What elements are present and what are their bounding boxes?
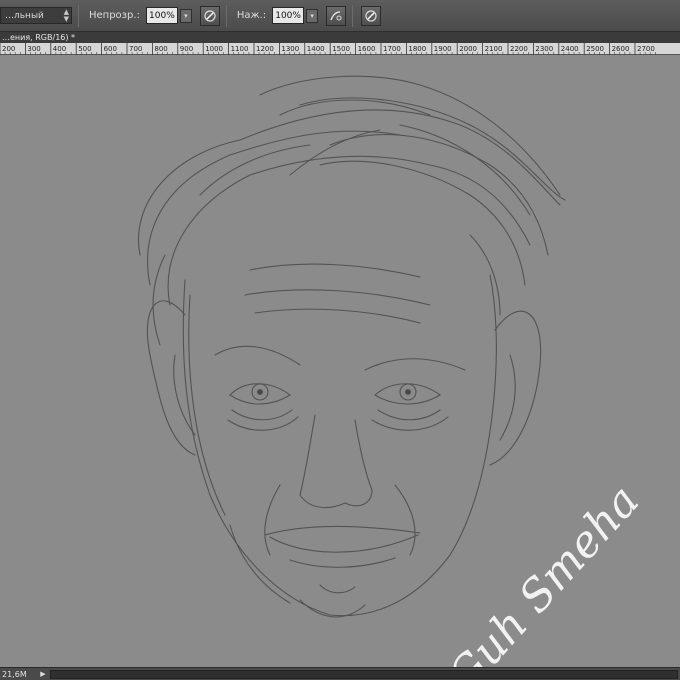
signature-text: Guh Smeha — [438, 476, 649, 667]
ruler-tick-label: 1000 — [205, 45, 223, 53]
document-size: 21,6М — [2, 669, 27, 679]
ruler-tick-label: 900 — [180, 45, 193, 53]
ruler-tick-label: 2100 — [485, 45, 503, 53]
blend-mode-select[interactable]: …льный ▲ ▼ — [0, 7, 72, 24]
status-menu-arrow[interactable]: ▶ — [38, 669, 48, 679]
separator — [352, 4, 354, 27]
ruler-tick-label: 1600 — [358, 45, 376, 53]
opacity-pressure-toggle[interactable] — [199, 5, 220, 26]
ruler-tick-label: 1400 — [307, 45, 325, 53]
ruler-tick-label: 1200 — [256, 45, 274, 53]
document-title: …ения, RGB/16) * — [2, 33, 76, 42]
chevron-down-icon: ▾ — [184, 11, 188, 20]
separator — [225, 4, 227, 27]
pen-size-pressure-icon — [365, 9, 377, 22]
pen-pressure-icon — [204, 9, 216, 22]
ruler-tick-label: 2200 — [510, 45, 528, 53]
signature-layer: Guh Smeha — [438, 476, 649, 667]
opacity-label: Непрозр.: — [89, 10, 140, 21]
ruler-tick-label: 400 — [53, 45, 66, 53]
pressure-label: Наж.: — [236, 10, 267, 21]
select-arrows-icon: ▲ ▼ — [63, 7, 69, 23]
ruler-tick-label: 2500 — [586, 45, 604, 53]
ruler-tick-label: 2400 — [561, 45, 579, 53]
ruler-tick-label: 2600 — [612, 45, 630, 53]
status-bar: 21,6М ▶ — [0, 667, 680, 680]
opacity-dropdown-button[interactable]: ▾ — [179, 8, 192, 23]
horizontal-scrollbar[interactable] — [50, 669, 678, 679]
chevron-down-icon: ▾ — [310, 11, 314, 20]
opacity-field[interactable]: 100% — [145, 7, 178, 24]
play-right-icon: ▶ — [40, 670, 46, 678]
blend-mode-value: …льный — [5, 10, 44, 21]
ruler-tick-label: 1500 — [332, 45, 350, 53]
ruler-graphic: 200 300 400 500 600 700 800 900 1000 1100 1200 1300… — [0, 43, 656, 55]
ruler-tick-label: 2700 — [637, 45, 655, 53]
ruler-tick-label: 500 — [78, 45, 91, 53]
separator — [78, 4, 79, 27]
document-canvas[interactable]: Guh Smeha — [0, 55, 680, 667]
ruler-tick-label: 2300 — [535, 45, 553, 53]
ruler-tick-label: 700 — [129, 45, 142, 53]
document-tab[interactable]: …ения, RGB/16) * — [0, 32, 680, 43]
options-bar: …льный ▲ ▼ Непрозр.: 100% ▾ Наж.: 100% ▾ — [0, 0, 680, 32]
ruler-tick-label: 300 — [27, 45, 40, 53]
horizontal-ruler[interactable]: 200 300 400 500 600 700 800 900 1000 1100 1200 1300… — [0, 43, 680, 55]
airbrush-toggle[interactable] — [326, 5, 347, 26]
size-pressure-toggle[interactable] — [361, 5, 382, 26]
ruler-tick-label: 200 — [2, 45, 15, 53]
pressure-dropdown-button[interactable]: ▾ — [306, 8, 319, 23]
ruler-tick-label: 2000 — [459, 45, 477, 53]
ruler-tick-label: 1300 — [281, 45, 299, 53]
pressure-field[interactable]: 100% — [272, 7, 305, 24]
ruler-tick-label: 1800 — [408, 45, 426, 53]
ruler-tick-label: 600 — [104, 45, 117, 53]
ruler-tick-label: 1100 — [231, 45, 249, 53]
ruler-tick-label: 800 — [154, 45, 167, 53]
ruler-tick-label: 1700 — [383, 45, 401, 53]
ruler-tick-label: 1900 — [434, 45, 452, 53]
airbrush-icon — [330, 10, 342, 20]
